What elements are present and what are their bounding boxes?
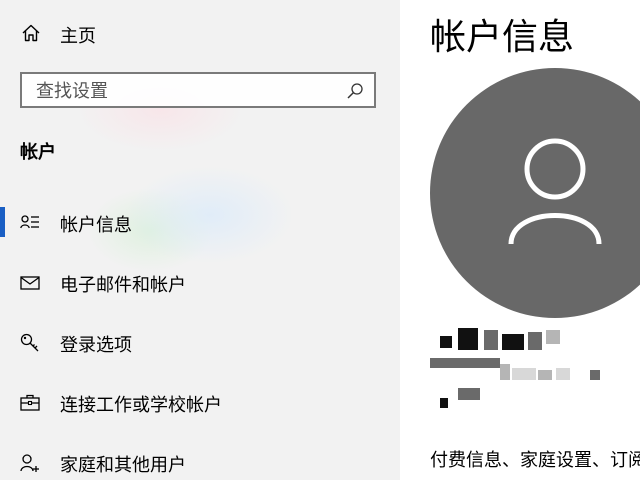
add-person-icon xyxy=(20,454,39,472)
nav-home-label: 主页 xyxy=(60,26,96,47)
sidebar-item-label: 电子邮件和帐户 xyxy=(60,275,186,296)
briefcase-icon xyxy=(20,394,40,411)
sidebar-item-sign-in-options[interactable]: 登录选项 xyxy=(0,317,400,367)
avatar[interactable] xyxy=(430,68,640,318)
main-content: 帐户信息 付费信息、家庭设置、订阅 xyxy=(400,0,640,480)
sidebar-item-label: 登录选项 xyxy=(60,335,132,356)
search-icon[interactable] xyxy=(346,82,364,100)
settings-sidebar: 主页 帐户 帐户信息 电子邮件和帐户 登录选项 xyxy=(0,0,400,480)
section-title: 帐户 xyxy=(20,142,56,163)
sidebar-item-account-info[interactable]: 帐户信息 xyxy=(0,197,400,247)
sidebar-item-email-accounts[interactable]: 电子邮件和帐户 xyxy=(0,257,400,307)
key-icon xyxy=(20,333,39,352)
sidebar-item-label: 连接工作或学校帐户 xyxy=(60,395,222,416)
account-info-icon xyxy=(20,215,39,229)
search-box[interactable] xyxy=(20,72,376,108)
sidebar-item-label: 帐户信息 xyxy=(60,215,132,236)
mail-icon xyxy=(20,276,40,290)
billing-link[interactable]: 付费信息、家庭设置、订阅 xyxy=(430,446,640,472)
user-silhouette-icon xyxy=(508,138,602,245)
page-title: 帐户信息 xyxy=(430,17,575,58)
search-input[interactable] xyxy=(36,79,336,103)
home-icon xyxy=(22,24,40,42)
sidebar-item-label: 家庭和其他用户 xyxy=(60,455,186,476)
sidebar-item-work-school[interactable]: 连接工作或学校帐户 xyxy=(0,377,400,427)
nav-home[interactable]: 主页 xyxy=(0,14,400,52)
